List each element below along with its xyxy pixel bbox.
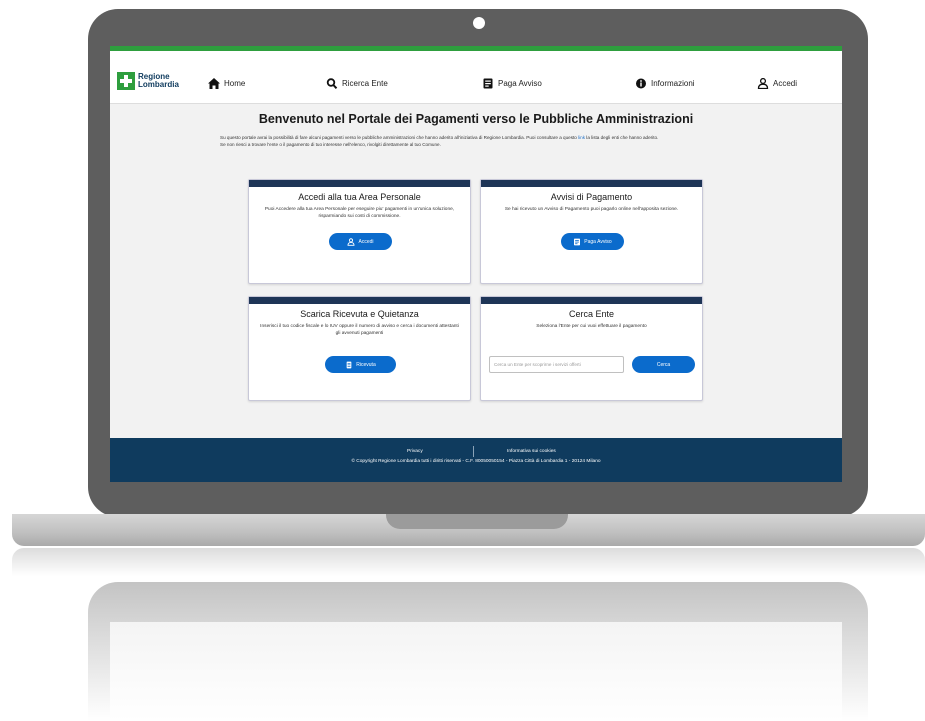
nav-accedi-label: Accedi [773,79,798,88]
card-cerca-ente: Cerca Ente Seleziona l'Ente per cui vuoi… [480,296,703,401]
laptop-reflection-screen [110,622,842,721]
nav-informazioni[interactable]: Informazioni [635,78,695,89]
card-area-personale: Accedi alla tua Area Personale Puoi Acce… [248,179,471,284]
intro-text: Su questo portale avrai la possibilità d… [220,134,720,148]
user-icon [757,78,769,89]
card-header-bar [249,180,470,187]
ricevuta-button[interactable]: Ricevuta [325,356,396,373]
logo-line2: Lombardia [138,80,179,89]
card-title: Scarica Ricevuta e Quietanza [300,309,419,319]
card-scarica-ricevuta: Scarica Ricevuta e Quietanza Inserisci i… [248,296,471,401]
laptop-base-notch [386,514,568,529]
paga-avviso-button-label: Paga Avviso [584,238,612,245]
nav-informazioni-label: Informazioni [651,79,695,88]
intro-text-1b: la lista degli enti che hanno aderito. [585,135,659,140]
card-header-bar [249,297,470,304]
enti-list-link[interactable]: link [578,135,585,140]
cookies-link[interactable]: Informativa sui cookies [507,449,556,454]
nav-home-label: Home [224,79,246,88]
card-header-bar [481,297,702,304]
card-title: Avvisi di Pagamento [550,192,633,202]
nav-accedi[interactable]: Accedi [757,78,797,89]
privacy-link[interactable]: Privacy [407,449,423,454]
home-icon [208,78,220,89]
copyright-text: © Copyright Regione Lombardia tutti i di… [351,459,601,464]
receipt-icon [483,78,493,89]
search-icon [326,78,338,89]
card-title: Accedi alla tua Area Personale [298,192,421,202]
ricevuta-button-label: Ricevuta [356,361,376,368]
site-footer: Privacy Informativa sui cookies © Copyri… [110,438,842,482]
laptop-base-shadow [12,548,925,576]
ente-search-input[interactable]: Cerca un Ente per scoprirne i servizi of… [489,356,624,373]
intro-text-1a: Su questo portale avrai la possibilità d… [220,135,579,140]
cerca-button[interactable]: Cerca [632,356,695,373]
main-content: Benvenuto nel Portale dei Pagamenti vers… [110,104,842,437]
cerca-button-label: Cerca [656,361,671,368]
accedi-button-label: Accedi [358,238,374,245]
browser-viewport: Regione Lombardia Home Ricerca Ente Paga… [110,46,842,482]
logo-text: Regione Lombardia [138,73,179,89]
nav-ricerca-ente[interactable]: Ricerca Ente [326,78,388,89]
card-description: Se hai ricevuto un Avviso di Pagamento p… [504,207,679,212]
nav-ricerca-ente-label: Ricerca Ente [342,79,388,88]
footer-divider [473,446,474,457]
document-icon [346,361,352,368]
webcam-dot [473,17,485,29]
card-title: Cerca Ente [568,309,615,319]
site-header: Regione Lombardia Home Ricerca Ente Paga… [110,51,842,104]
regione-lombardia-logo[interactable]: Regione Lombardia [117,72,179,90]
page-title: Benvenuto nel Portale dei Pagamenti vers… [258,112,694,126]
nav-home[interactable]: Home [208,78,245,89]
intro-text-2: Se non riesci a trovare l'ente o il paga… [220,142,441,147]
info-icon [636,78,646,89]
nav-paga-avviso[interactable]: Paga Avviso [482,78,542,89]
ente-search-placeholder: Cerca un Ente per scoprirne i servizi of… [494,362,581,367]
card-description: Seleziona l'Ente per cui vuoi effettuare… [536,324,647,329]
paga-avviso-button[interactable]: Paga Avviso [561,233,624,250]
footer-links: Privacy Informativa sui cookies [110,446,842,457]
card-description: Puoi Accedere alla tua Area Personale pe… [264,207,455,219]
logo-cross-icon [117,72,135,90]
accedi-button[interactable]: Accedi [329,233,392,250]
card-header-bar [481,180,702,187]
receipt-icon [574,238,581,245]
card-description: Inserisci il tuo codice fiscale e lo IUV… [260,324,459,336]
user-icon [348,237,355,246]
nav-paga-avviso-label: Paga Avviso [498,79,542,88]
card-avvisi-pagamento: Avvisi di Pagamento Se hai ricevuto un A… [480,179,703,284]
